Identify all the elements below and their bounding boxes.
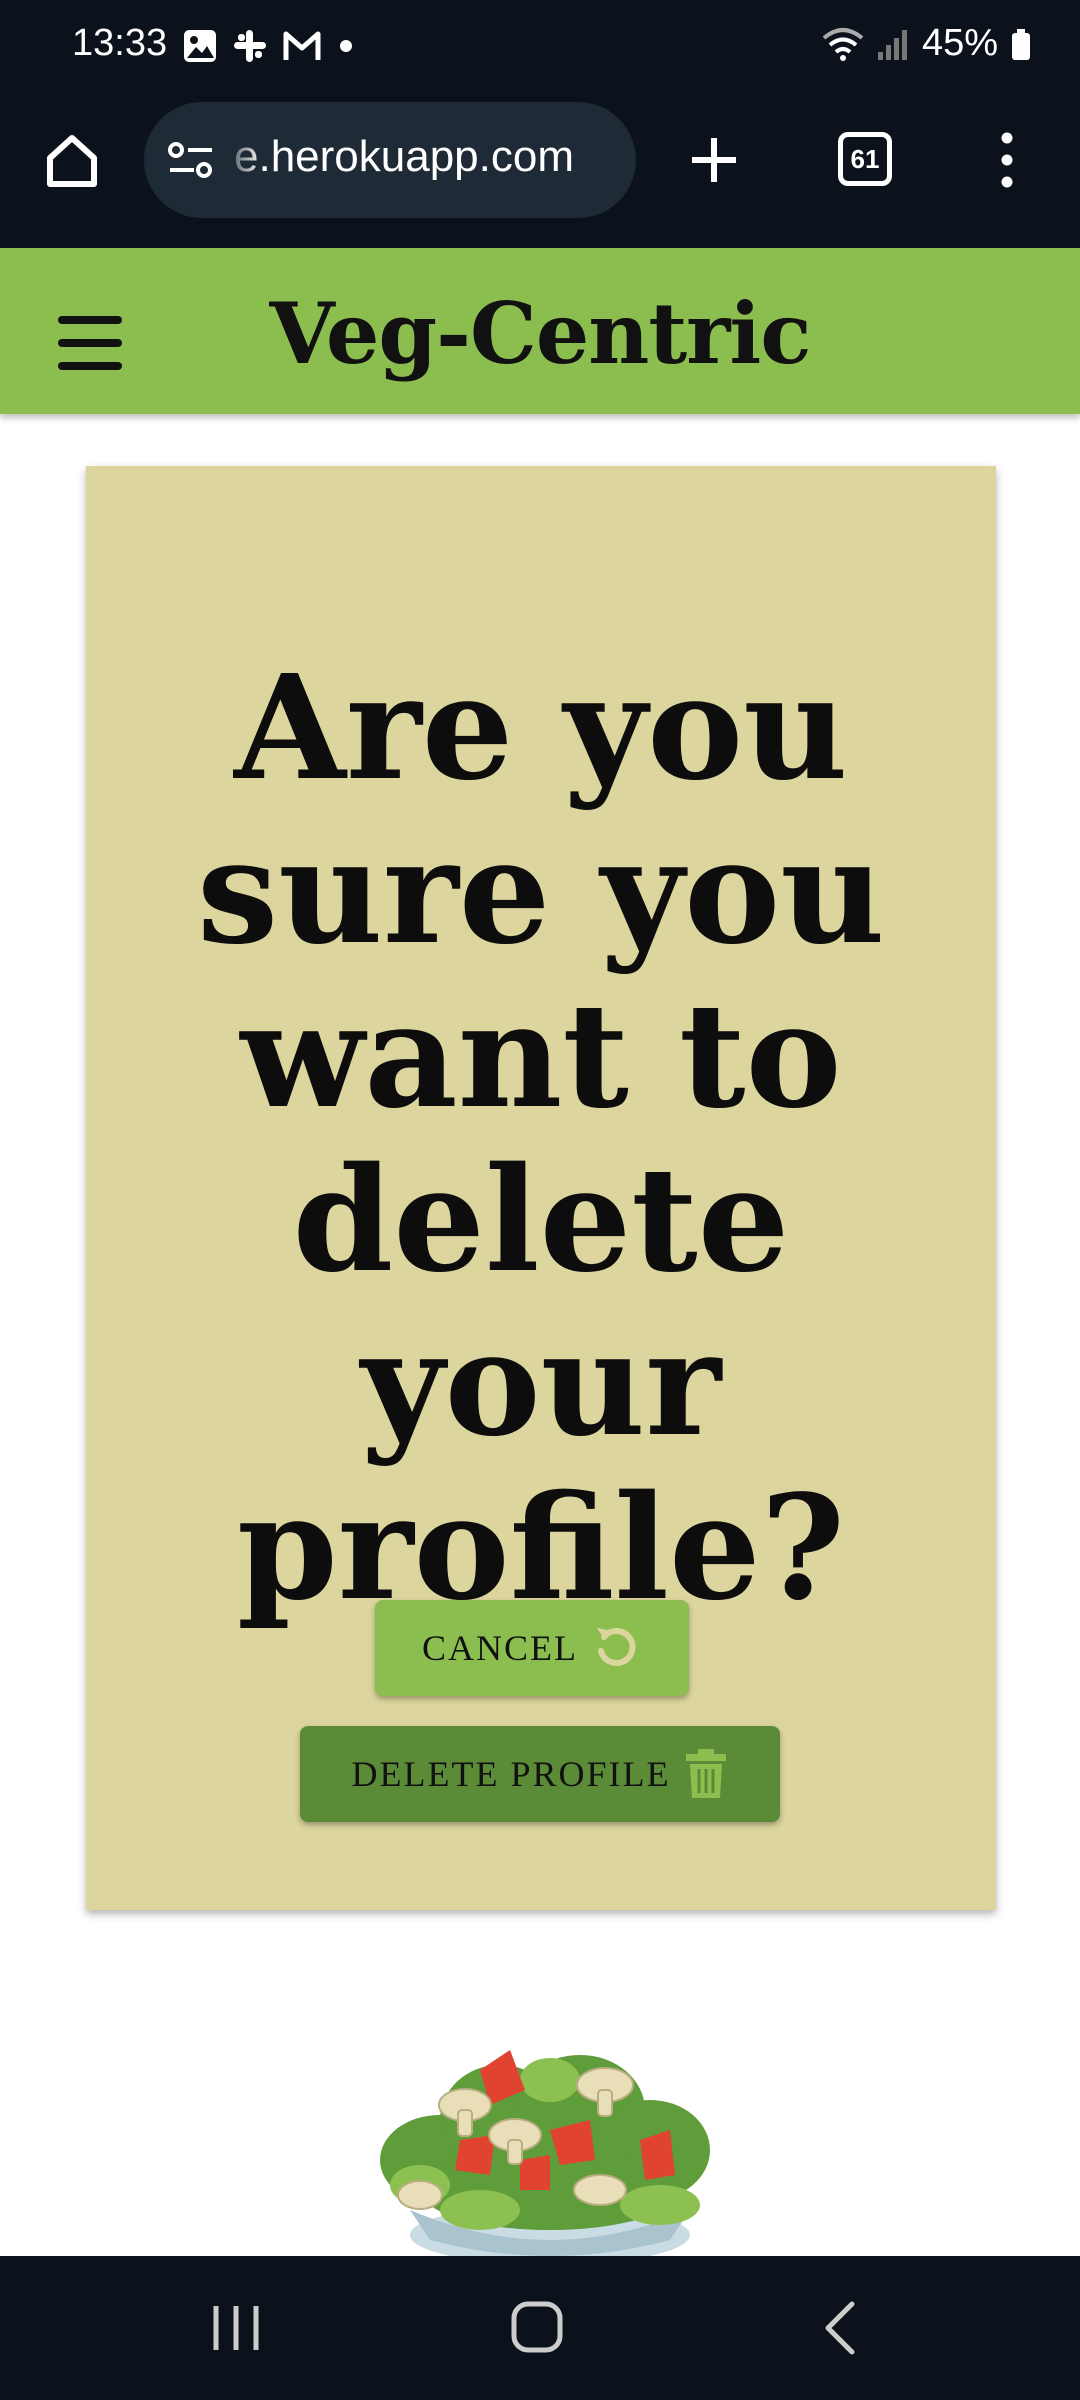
delete-profile-button[interactable]: DELETE PROFILE [300, 1726, 780, 1822]
address-bar[interactable]: e.herokuapp.com [144, 102, 636, 218]
cancel-button-label: CANCEL [422, 1628, 578, 1668]
notification-icons [182, 28, 356, 64]
tab-switcher-button[interactable]: 61 [838, 132, 892, 186]
trash-icon [686, 1749, 727, 1798]
undo-icon [596, 1628, 636, 1666]
gmail-icon [283, 31, 321, 60]
battery-percent: 45% [921, 22, 998, 64]
delete-button-label: DELETE PROFILE [351, 1754, 671, 1794]
confirmation-heading: Are you sure you want to delete your pro… [197, 643, 885, 1632]
url-text[interactable]: e.herokuapp.com [234, 132, 574, 182]
wifi-icon [822, 27, 864, 61]
back-icon[interactable] [812, 2300, 872, 2356]
system-icons: 45% [822, 22, 1032, 65]
site-settings-icon[interactable] [166, 136, 216, 186]
recent-apps-icon[interactable] [206, 2300, 266, 2356]
browser-toolbar: e.herokuapp.com 61 [0, 96, 1080, 248]
dot-icon [340, 40, 352, 52]
salad-bowl-image [380, 2050, 710, 2256]
home-nav-icon[interactable] [508, 2300, 568, 2356]
signal-icon [877, 29, 907, 60]
status-time: 13:33 [72, 22, 168, 64]
battery-icon [1012, 28, 1030, 60]
status-bar: 13:33 45% [0, 0, 1080, 96]
slack-icon [234, 30, 266, 62]
home-icon[interactable] [42, 130, 102, 190]
url-fade [222, 102, 262, 218]
new-tab-icon[interactable] [684, 130, 744, 190]
cancel-button[interactable]: CANCEL [375, 1600, 689, 1696]
system-navigation-bar [0, 2256, 1080, 2400]
delete-confirmation-card: Are you sure you want to delete your pro… [86, 466, 996, 1910]
site-header: Veg-Centric [0, 248, 1080, 414]
brand-logo[interactable]: Veg-Centric [0, 284, 1080, 383]
more-menu-icon[interactable] [992, 130, 1022, 190]
gallery-icon [184, 30, 216, 62]
